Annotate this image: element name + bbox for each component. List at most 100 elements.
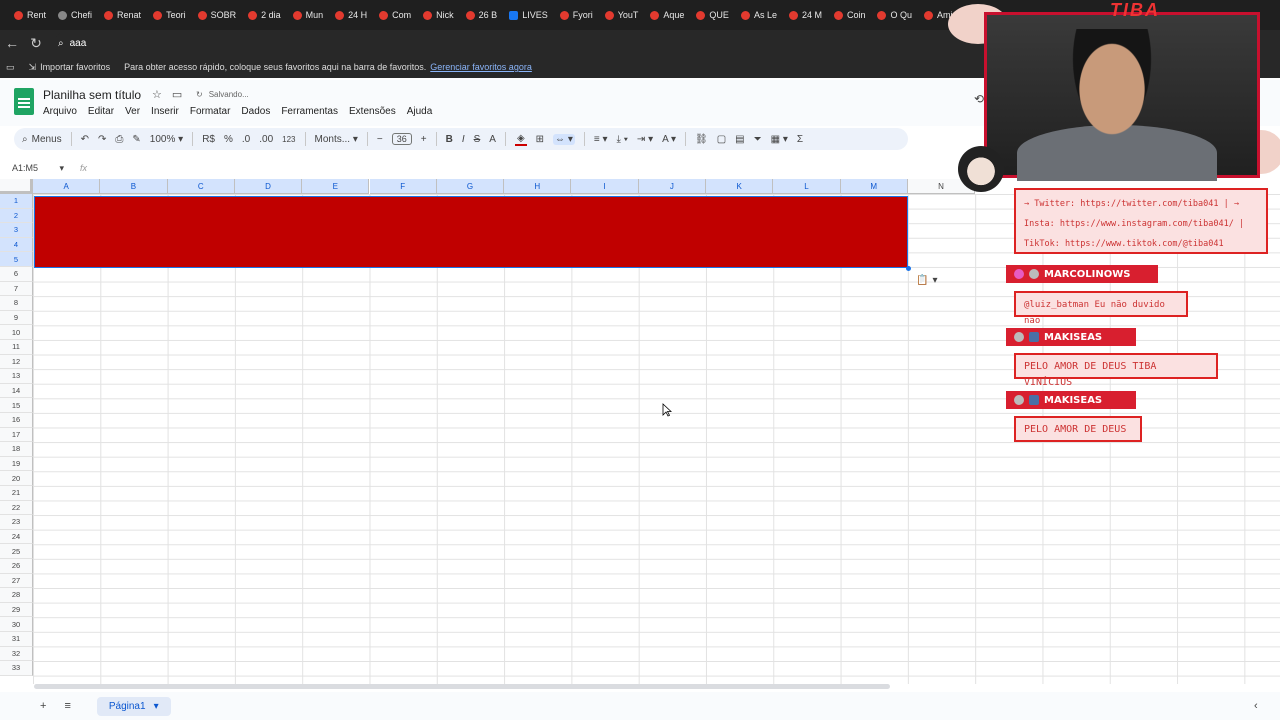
browser-tab[interactable]: QUE: [690, 4, 735, 26]
column-header[interactable]: D: [234, 179, 303, 194]
row-header[interactable]: 31: [0, 632, 33, 647]
strikethrough-icon[interactable]: S: [474, 134, 481, 145]
redo-icon[interactable]: ↷: [98, 134, 106, 145]
column-header[interactable]: G: [436, 179, 505, 194]
browser-tab[interactable]: Teori: [147, 4, 192, 26]
row-header[interactable]: 23: [0, 515, 33, 530]
font-select[interactable]: Monts... ▾: [315, 134, 358, 145]
number-format-button[interactable]: 123: [282, 135, 295, 144]
chevron-left-icon[interactable]: ‹: [1254, 700, 1258, 712]
menu-item[interactable]: Editar: [88, 106, 114, 117]
increase-decimal-button[interactable]: .00: [259, 134, 273, 145]
sidebar-icon[interactable]: ▭: [6, 62, 15, 73]
column-header[interactable]: A: [33, 179, 101, 194]
row-header[interactable]: 6: [0, 267, 33, 282]
row-header[interactable]: 27: [0, 573, 33, 589]
zoom-select[interactable]: 100% ▾: [150, 134, 183, 145]
row-header[interactable]: 20: [0, 471, 33, 486]
row-header[interactable]: 33: [0, 661, 33, 676]
link-icon[interactable]: ⛓: [695, 134, 708, 145]
browser-tab[interactable]: 24 H: [329, 4, 373, 26]
bold-icon[interactable]: B: [446, 134, 453, 145]
column-header[interactable]: L: [773, 179, 841, 194]
row-header[interactable]: 9: [0, 310, 33, 326]
menu-item[interactable]: Inserir: [151, 106, 179, 117]
menu-search[interactable]: ⌕ Menus: [22, 134, 62, 145]
menu-item[interactable]: Dados: [241, 106, 270, 117]
browser-tab[interactable]: Renat: [98, 4, 147, 26]
row-header[interactable]: 26: [0, 559, 33, 574]
row-header[interactable]: 10: [0, 325, 33, 340]
paste-options-button[interactable]: 📋 ▾: [916, 275, 937, 286]
browser-tab[interactable]: SOBR: [192, 4, 243, 26]
vertical-align-icon[interactable]: ⤓ ▾: [617, 134, 628, 145]
filter-icon[interactable]: ⏷: [754, 134, 762, 145]
percent-button[interactable]: %: [224, 134, 233, 145]
browser-tab[interactable]: Rent: [8, 4, 52, 26]
menu-item[interactable]: Ajuda: [407, 106, 433, 117]
row-header[interactable]: 22: [0, 500, 33, 516]
font-size-decrease-icon[interactable]: −: [377, 134, 383, 145]
browser-tab[interactable]: Coin: [828, 4, 872, 26]
browser-tab[interactable]: Aque: [644, 4, 690, 26]
browser-tab[interactable]: 24 M: [783, 4, 828, 26]
select-all-corner[interactable]: [0, 179, 33, 194]
paint-format-icon[interactable]: ✎: [132, 134, 140, 145]
merged-cell-A1-M5[interactable]: [34, 196, 908, 268]
history-icon[interactable]: ⟲: [974, 92, 984, 106]
row-header[interactable]: 8: [0, 296, 33, 311]
row-header[interactable]: 13: [0, 369, 33, 384]
column-header[interactable]: B: [100, 179, 168, 194]
sheets-logo[interactable]: [14, 88, 34, 115]
fill-handle[interactable]: [906, 266, 911, 271]
browser-tab[interactable]: Nick: [417, 4, 460, 26]
text-wrap-icon[interactable]: ⇥ ▾: [637, 134, 653, 145]
browser-tab[interactable]: 2 dia: [242, 4, 287, 26]
column-header[interactable]: K: [706, 179, 774, 194]
sheet-tab-pagina1[interactable]: Página1 ▾: [96, 696, 171, 716]
row-header[interactable]: 21: [0, 486, 33, 501]
menu-item[interactable]: Ver: [125, 106, 140, 117]
document-title[interactable]: Planilha sem título: [43, 88, 141, 102]
browser-tab[interactable]: Mun: [287, 4, 330, 26]
font-size-input[interactable]: 36: [391, 133, 412, 145]
row-header[interactable]: 17: [0, 427, 33, 443]
row-header[interactable]: 24: [0, 529, 33, 545]
font-size-increase-icon[interactable]: +: [421, 134, 427, 145]
row-header[interactable]: 30: [0, 617, 33, 632]
row-header[interactable]: 4: [0, 237, 33, 253]
row-header[interactable]: 25: [0, 544, 33, 559]
menu-item[interactable]: Formatar: [190, 106, 231, 117]
undo-icon[interactable]: ↶: [81, 134, 89, 145]
horizontal-align-icon[interactable]: ≡ ▾: [594, 134, 608, 145]
borders-icon[interactable]: ⊞: [536, 134, 544, 145]
column-header[interactable]: F: [369, 179, 437, 194]
move-folder-icon[interactable]: ▭: [172, 88, 182, 101]
row-header[interactable]: 7: [0, 281, 33, 297]
row-header[interactable]: 14: [0, 383, 33, 399]
row-header[interactable]: 11: [0, 340, 33, 355]
reload-icon[interactable]: ↻: [24, 31, 48, 55]
row-header[interactable]: 2: [0, 208, 33, 224]
all-sheets-icon[interactable]: ≡: [64, 700, 70, 712]
functions-icon[interactable]: Σ: [797, 134, 803, 145]
browser-tab[interactable]: O Qu: [871, 4, 918, 26]
row-header[interactable]: 32: [0, 646, 33, 662]
text-rotation-icon[interactable]: A ▾: [662, 134, 676, 145]
star-icon[interactable]: ☆: [152, 88, 162, 101]
filter-views-icon[interactable]: ▦ ▾: [771, 134, 788, 145]
import-bookmarks-button[interactable]: ⇲ Importar favoritos: [23, 62, 117, 73]
browser-tab[interactable]: Com: [373, 4, 417, 26]
text-color-icon[interactable]: A: [489, 134, 496, 145]
comment-icon[interactable]: ▢: [717, 134, 726, 145]
italic-icon[interactable]: I: [462, 134, 465, 145]
browser-tab[interactable]: Chefi: [52, 4, 98, 26]
column-header[interactable]: J: [638, 179, 706, 194]
column-header[interactable]: C: [167, 179, 235, 194]
browser-tab[interactable]: LIVES: [503, 4, 554, 26]
menu-item[interactable]: Ferramentas: [281, 106, 338, 117]
row-header[interactable]: 18: [0, 442, 33, 457]
column-header[interactable]: E: [302, 179, 370, 194]
horizontal-scrollbar[interactable]: [34, 684, 890, 689]
chart-icon[interactable]: ▤: [735, 134, 744, 145]
